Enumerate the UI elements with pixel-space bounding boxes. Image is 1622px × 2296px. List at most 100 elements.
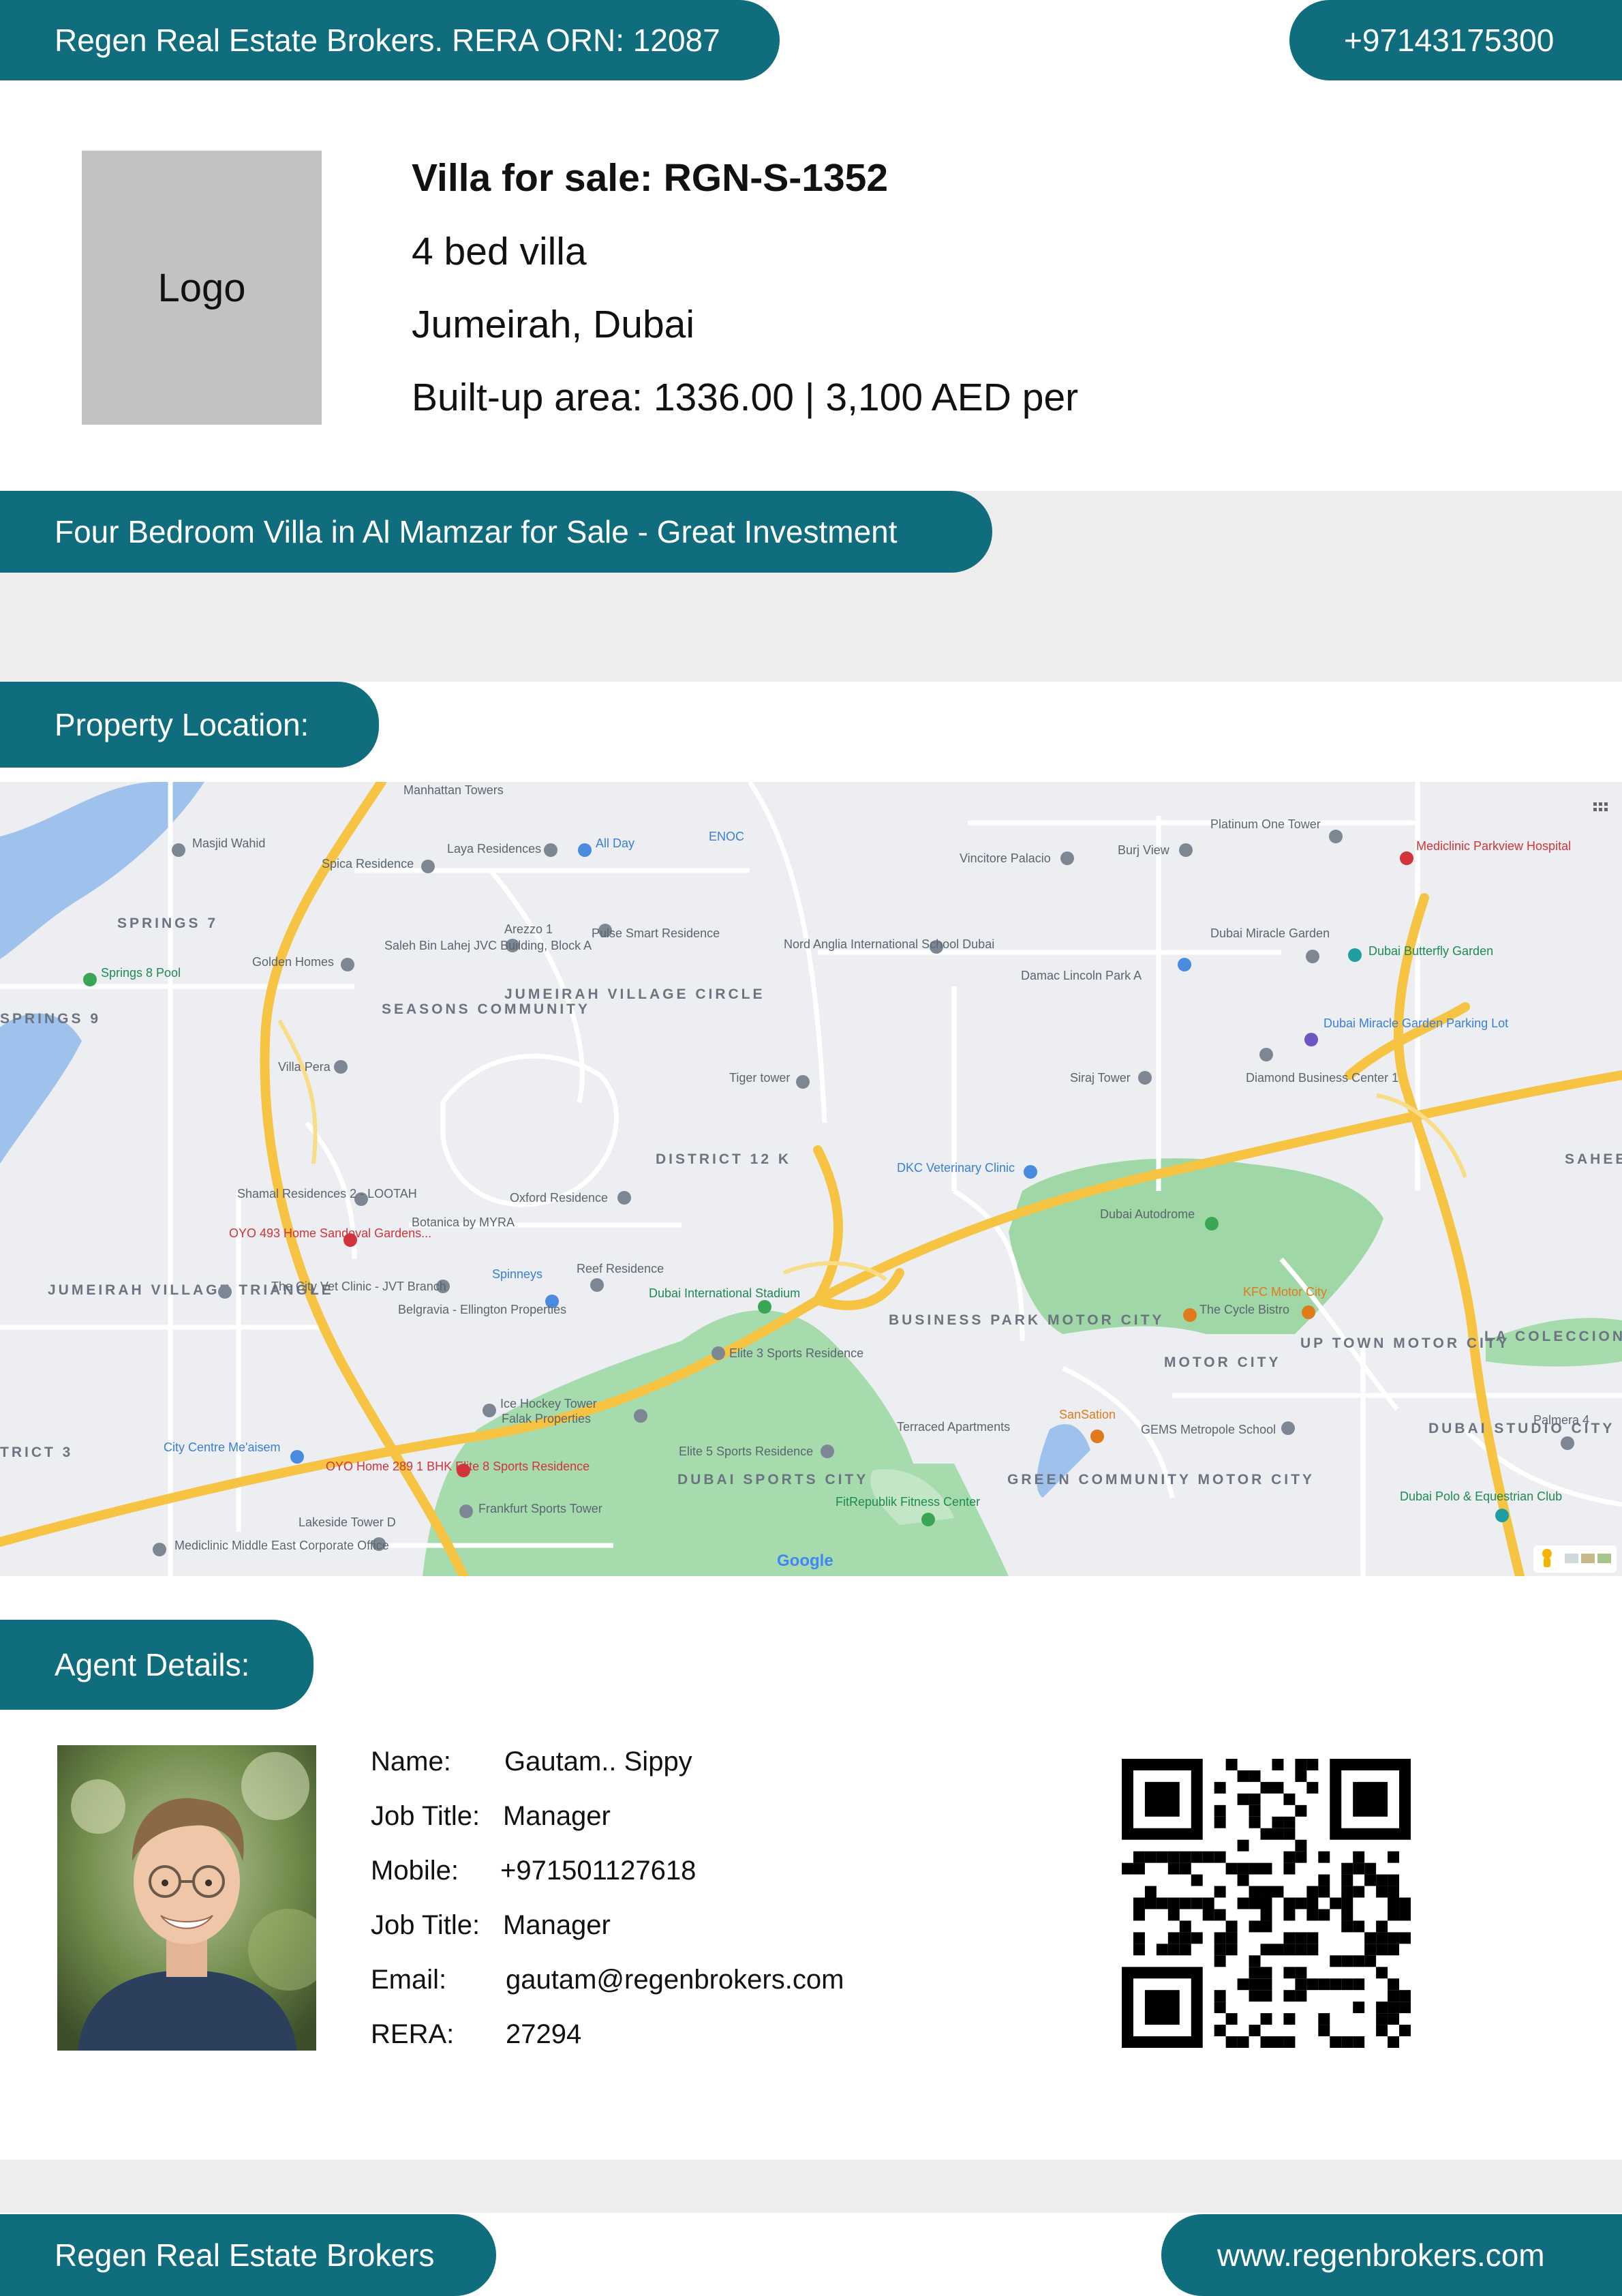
map-district-seasons: SEASONS COMMUNITY [382, 1001, 590, 1017]
listing-beds: 4 bed villa [412, 230, 587, 273]
listing-area: Built-up area: 1336.00 | 3,100 AED per [412, 376, 1079, 419]
map-label-terraced: Terraced Apartments [897, 1420, 1010, 1434]
map-label-citycentre: City Centre Me'aisem [164, 1440, 280, 1454]
map-label-damac: Damac Lincoln Park A [1021, 969, 1142, 982]
agent-photo [57, 1745, 316, 2051]
map-label-laya: Laya Residences [447, 842, 541, 856]
agent-email-value[interactable]: gautam@regenbrokers.com [506, 1965, 844, 1995]
map-label-autodrome: Dubai Autodrome [1100, 1207, 1195, 1221]
phone-text[interactable]: +97143175300 [1344, 22, 1554, 59]
map-label-dkc: DKC Veterinary Clinic [897, 1161, 1015, 1175]
map-label-springs8pool: Springs 8 Pool [101, 966, 181, 980]
agent-jobtitle-value: Manager [503, 1801, 611, 1831]
map-label-manhattan: Manhattan Towers [403, 783, 504, 797]
agent-mobile-label: Mobile: [371, 1856, 459, 1886]
map-label-mediclinic-office: Mediclinic Middle East Corporate Office [174, 1539, 389, 1552]
map-label-nordanglia: Nord Anglia International School Dubai [784, 937, 994, 951]
map-district-12k: DISTRICT 12 K [656, 1151, 791, 1167]
map-label-vincitore: Vincitore Palacio [960, 851, 1051, 865]
location-heading-pill: Property Location: [0, 682, 379, 768]
map-label-villapera: Villa Pera [278, 1060, 331, 1074]
map-label-mediclinic: Mediclinic Parkview Hospital [1416, 839, 1571, 853]
agent-jobtitle-label: Job Title: [371, 1801, 480, 1831]
map-label-pulse: Pulse Smart Residence [592, 926, 720, 940]
logo-placeholder: Logo [82, 151, 322, 425]
map-label-icehockey: Ice Hockey Tower [500, 1397, 597, 1410]
map-label-elite3: Elite 3 Sports Residence [729, 1346, 863, 1360]
map-label-saleh: Saleh Bin Lahej JVC Building, Block A [384, 939, 592, 952]
property-map[interactable]: SPRINGS 7 SPRINGS 9 SEASONS COMMUNITY JU… [0, 782, 1622, 1576]
map-district-saheel: SAHEEL [1565, 1151, 1622, 1167]
map-label-butterfly: Dubai Butterfly Garden [1368, 944, 1493, 958]
agent-heading-text: Agent Details: [55, 1647, 250, 1682]
agent-name-value: Gautam.. Sippy [504, 1747, 692, 1777]
footer-website-text[interactable]: www.regenbrokers.com [1217, 2237, 1545, 2274]
map-label-falak: Falak Properties [502, 1412, 591, 1425]
map-district-3: TRICT 3 [0, 1445, 73, 1460]
map-label-arezzo: Arezzo 1 [504, 922, 553, 936]
broker-rera-text: Regen Real Estate Brokers. RERA ORN: 120… [55, 22, 720, 58]
map-label-spica: Spica Residence [322, 857, 414, 871]
map-label-belgravia: Belgravia - Ellington Properties [398, 1303, 566, 1316]
map-label-cyclebistro: The Cycle Bistro [1199, 1303, 1289, 1316]
map-label-spinneys: Spinneys [492, 1267, 542, 1281]
map-label-allday: All Day [596, 836, 634, 850]
header-broker-pill: Regen Real Estate Brokers. RERA ORN: 120… [0, 0, 780, 80]
logo-label: Logo [157, 265, 246, 310]
headline-pill: Four Bedroom Villa in Al Mamzar for Sale… [0, 491, 992, 573]
map-label-shamal: Shamal Residences 2 - LOOTAH [237, 1187, 417, 1200]
map-label-siraj: Siraj Tower [1070, 1071, 1131, 1085]
map-pegman-icon[interactable] [1533, 1545, 1617, 1573]
map-label-lakeside: Lakeside Tower D [299, 1515, 396, 1529]
map-label-diamond: Diamond Business Center 1 [1246, 1071, 1398, 1085]
map-label-elite5: Elite 5 Sports Residence [679, 1445, 813, 1458]
map-label-palmera: Palmera 4 [1533, 1413, 1589, 1427]
map-district-motor-city: MOTOR CITY [1164, 1355, 1281, 1370]
footer-company-pill: Regen Real Estate Brokers [0, 2214, 496, 2296]
map-label-platinum: Platinum One Tower [1210, 817, 1321, 831]
agent-name-label: Name: [371, 1747, 451, 1777]
map-label-stadium: Dubai International Stadium [649, 1286, 800, 1300]
map-label-gems: GEMS Metropole School [1141, 1423, 1276, 1436]
listing-location: Jumeirah, Dubai [412, 303, 695, 346]
map-district-springs-7: SPRINGS 7 [117, 916, 218, 931]
agent-band [0, 1576, 1622, 1621]
map-label-polo: Dubai Polo & Equestrian Club [1400, 1490, 1562, 1503]
map-district-la-coleccion: LA COLECCION [1484, 1329, 1622, 1344]
agent-rera-label: RERA: [371, 2019, 455, 2049]
map-label-enoc: ENOC [709, 830, 744, 843]
header-phone-pill[interactable]: +97143175300 [1289, 0, 1622, 80]
footer-company-text: Regen Real Estate Brokers [55, 2237, 435, 2273]
map-district-sports-city: DUBAI SPORTS CITY [677, 1472, 868, 1487]
map-district-jvc: JUMEIRAH VILLAGE CIRCLE [504, 986, 765, 1002]
map-label-oyo289: OYO Home 289 1 BHK Elite 8 Sports Reside… [326, 1460, 590, 1473]
map-label-masjid: Masjid Wahid [192, 836, 265, 850]
map-label-burjview: Burj View [1118, 843, 1170, 857]
map-label-miracle: Dubai Miracle Garden [1210, 926, 1330, 940]
agent-jobtitle-value-2: Manager [503, 1910, 611, 1940]
agent-heading-pill: Agent Details: [0, 1620, 313, 1710]
map-label-cityvet: The City Vet Clinic - JVT Branch [271, 1280, 446, 1293]
map-label-sansation: SanSation [1059, 1408, 1116, 1421]
map-district-business-park: BUSINESS PARK MOTOR CITY [889, 1312, 1164, 1328]
listing-title: Villa for sale: RGN-S-1352 [412, 156, 889, 200]
map-label-golden: Golden Homes [252, 955, 334, 969]
agent-email-label: Email: [371, 1965, 447, 1995]
headline-text: Four Bedroom Villa in Al Mamzar for Sale… [55, 514, 898, 549]
agent-rera-value: 27294 [506, 2019, 582, 2049]
map-district-green-community: GREEN COMMUNITY MOTOR CITY [1007, 1472, 1315, 1487]
map-label-tiger: Tiger tower [729, 1071, 790, 1085]
footer-band [0, 2160, 1622, 2213]
map-label-kfc: KFC Motor City [1243, 1285, 1327, 1299]
qr-code[interactable] [1122, 1759, 1411, 2048]
map-district-uptown: UP TOWN MOTOR CITY [1300, 1335, 1510, 1351]
footer-website-pill[interactable]: www.regenbrokers.com [1161, 2214, 1622, 2296]
agent-jobtitle-label-2: Job Title: [371, 1910, 480, 1940]
map-google-logo: Google [777, 1552, 833, 1570]
agent-mobile-value[interactable]: +971501127618 [500, 1856, 696, 1886]
map-label-frankfurt: Frankfurt Sports Tower [478, 1502, 602, 1515]
map-label-oxford: Oxford Residence [510, 1191, 608, 1205]
map-district-springs-9: SPRINGS 9 [0, 1011, 101, 1027]
map-label-miracle-parking: Dubai Miracle Garden Parking Lot [1323, 1016, 1508, 1030]
map-label-oyo493: OYO 493 Home Sandoval Gardens... [229, 1226, 431, 1240]
